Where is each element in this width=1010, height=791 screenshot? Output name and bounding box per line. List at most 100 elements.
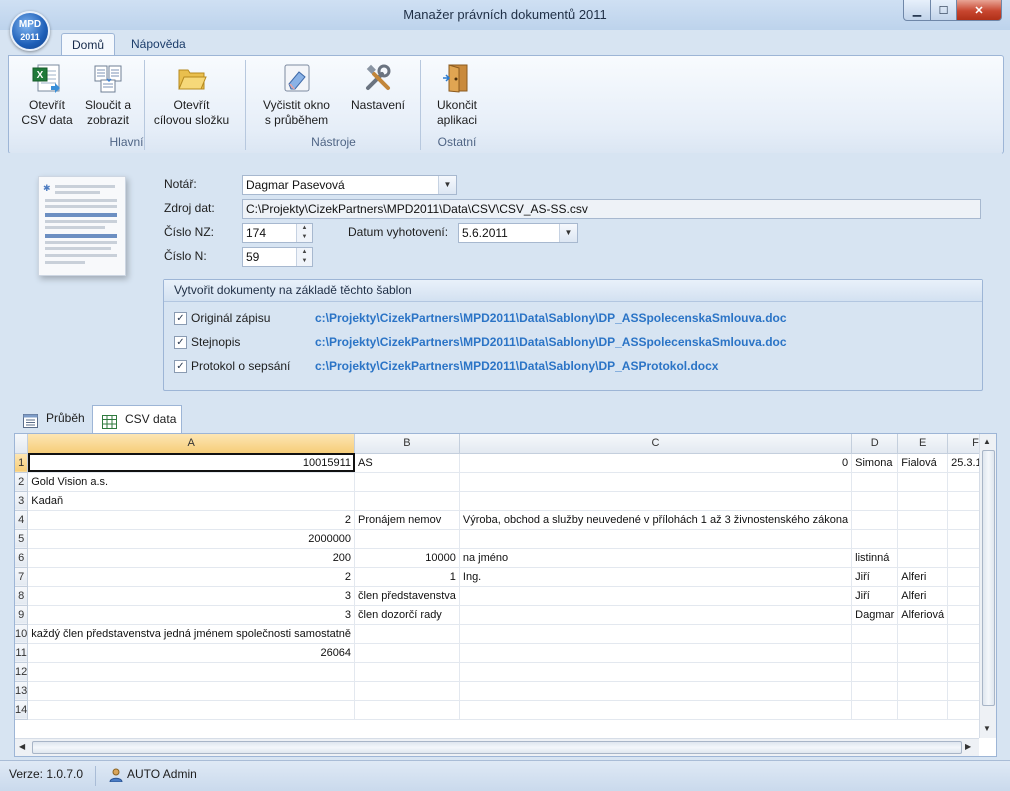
column-header[interactable]: E bbox=[897, 434, 949, 454]
maximize-button[interactable]: ☐ bbox=[931, 0, 957, 21]
grid-cell[interactable] bbox=[354, 491, 460, 511]
grid-cell[interactable] bbox=[459, 700, 853, 720]
grid-cell[interactable] bbox=[897, 472, 949, 492]
grid-cell[interactable] bbox=[459, 472, 853, 492]
grid-cell[interactable]: na jméno bbox=[459, 548, 853, 568]
grid-cell[interactable]: Alferi bbox=[897, 567, 949, 587]
grid-cell[interactable]: Dagmar bbox=[851, 605, 899, 625]
scroll-down-icon[interactable]: ▼ bbox=[983, 724, 991, 733]
grid-cell[interactable] bbox=[947, 491, 979, 511]
checkbox-checked-icon[interactable]: ✓ bbox=[174, 360, 187, 373]
grid-cell[interactable]: člen představenstva bbox=[354, 586, 460, 606]
horizontal-scroll-thumb[interactable] bbox=[32, 741, 962, 754]
grid-cell[interactable]: AS bbox=[354, 453, 460, 473]
grid-cell[interactable] bbox=[354, 700, 460, 720]
grid-cell[interactable]: Gold Vision a.s. bbox=[27, 472, 356, 492]
chevron-down-icon[interactable]: ▼ bbox=[438, 176, 456, 194]
grid-cell[interactable]: 26064 bbox=[27, 643, 356, 663]
row-header[interactable]: 6 bbox=[15, 548, 29, 568]
tab-csv-data[interactable]: CSV data bbox=[92, 405, 182, 433]
column-header[interactable]: B bbox=[354, 434, 460, 454]
grid-cell[interactable]: 2 bbox=[27, 567, 356, 587]
row-header[interactable]: 10 bbox=[15, 624, 29, 644]
grid-cell[interactable]: 10015911 bbox=[27, 453, 356, 473]
grid-cell[interactable]: 10000 bbox=[354, 548, 460, 568]
grid-cell[interactable] bbox=[354, 624, 460, 644]
grid-cell[interactable]: člen dozorčí rady bbox=[354, 605, 460, 625]
grid-cell[interactable] bbox=[851, 662, 899, 682]
grid-cell[interactable]: 25.3.1983 bbox=[947, 453, 979, 473]
grid-cell[interactable] bbox=[459, 681, 853, 701]
horizontal-scrollbar[interactable]: ◀ ▶ bbox=[15, 738, 979, 756]
row-header[interactable]: 11 bbox=[15, 643, 29, 663]
column-header[interactable]: C bbox=[459, 434, 853, 454]
row-header[interactable]: 1 bbox=[15, 453, 29, 473]
grid-cell[interactable] bbox=[354, 662, 460, 682]
grid-cell[interactable]: Alferi bbox=[897, 586, 949, 606]
grid-cell[interactable] bbox=[897, 700, 949, 720]
grid-cell[interactable]: Jiří bbox=[851, 586, 899, 606]
column-header[interactable]: F bbox=[947, 434, 979, 454]
grid-cell[interactable] bbox=[897, 510, 949, 530]
chevron-down-icon[interactable]: ▼ bbox=[559, 224, 577, 242]
grid-cell[interactable] bbox=[459, 643, 853, 663]
grid-cell[interactable]: Simona bbox=[851, 453, 899, 473]
grid-cell[interactable] bbox=[27, 700, 356, 720]
grid-cell[interactable] bbox=[851, 681, 899, 701]
row-header[interactable]: 3 bbox=[15, 491, 29, 511]
grid-cell[interactable] bbox=[851, 643, 899, 663]
source-field[interactable]: C:\Projekty\CizekPartners\MPD2011\Data\C… bbox=[242, 199, 981, 219]
exit-app-button[interactable]: Ukončit aplikaci bbox=[427, 62, 487, 128]
row-header[interactable]: 8 bbox=[15, 586, 29, 606]
grid-cell[interactable]: 0 bbox=[459, 453, 853, 473]
vertical-scrollbar[interactable]: ▲ ▼ bbox=[979, 434, 996, 738]
spin-arrows-icon[interactable]: ▲ ▼ bbox=[296, 248, 312, 266]
grid-corner-header[interactable] bbox=[15, 434, 29, 454]
grid-cell[interactable] bbox=[459, 529, 853, 549]
grid-cell[interactable]: 2 bbox=[27, 510, 356, 530]
grid-cell[interactable] bbox=[459, 586, 853, 606]
grid-cell[interactable] bbox=[947, 605, 979, 625]
csv-data-grid[interactable]: ABCDEFGHIJK 110015911AS0SimonaFialová25.… bbox=[14, 433, 997, 757]
column-header[interactable]: A bbox=[27, 434, 356, 454]
scroll-right-icon[interactable]: ▶ bbox=[965, 742, 971, 751]
grid-cell[interactable]: 3 bbox=[27, 586, 356, 606]
tab-domu[interactable]: Domů bbox=[61, 33, 116, 57]
grid-cell[interactable] bbox=[947, 586, 979, 606]
column-header[interactable]: D bbox=[851, 434, 899, 454]
grid-cell[interactable] bbox=[947, 662, 979, 682]
grid-cell[interactable]: Alferiová bbox=[897, 605, 949, 625]
grid-cell[interactable] bbox=[459, 662, 853, 682]
grid-cell[interactable]: Ing. bbox=[459, 567, 853, 587]
open-csv-button[interactable]: X Otevřít CSV data bbox=[18, 62, 76, 128]
vertical-scroll-thumb[interactable] bbox=[982, 450, 995, 706]
grid-cell[interactable] bbox=[897, 491, 949, 511]
minimize-button[interactable]: ▁ bbox=[903, 0, 931, 21]
grid-cell[interactable] bbox=[459, 605, 853, 625]
row-header[interactable]: 12 bbox=[15, 662, 29, 682]
settings-button[interactable]: Nastavení bbox=[346, 62, 410, 113]
grid-cell[interactable] bbox=[897, 548, 949, 568]
grid-cell[interactable] bbox=[947, 643, 979, 663]
close-button[interactable]: ✕ bbox=[957, 0, 1002, 21]
template-path-link[interactable]: c:\Projekty\CizekPartners\MPD2011\Data\S… bbox=[315, 311, 787, 325]
clear-progress-button[interactable]: Vyčistit okno s průběhem bbox=[254, 62, 339, 128]
merge-show-button[interactable]: Sloučit a zobrazit bbox=[80, 62, 136, 128]
row-header[interactable]: 4 bbox=[15, 510, 29, 530]
row-header[interactable]: 13 bbox=[15, 681, 29, 701]
template-path-link[interactable]: c:\Projekty\CizekPartners\MPD2011\Data\S… bbox=[315, 335, 787, 349]
scroll-up-icon[interactable]: ▲ bbox=[983, 437, 991, 446]
open-target-folder-button[interactable]: Otevřít cílovou složku bbox=[149, 62, 234, 128]
grid-cell[interactable] bbox=[947, 681, 979, 701]
app-menu-button[interactable]: MPD 2011 bbox=[10, 11, 50, 51]
grid-cell[interactable]: 3 bbox=[27, 605, 356, 625]
grid-cell[interactable] bbox=[851, 529, 899, 549]
grid-cell[interactable]: 1 bbox=[354, 567, 460, 587]
row-header[interactable]: 14 bbox=[15, 700, 29, 720]
row-header[interactable]: 7 bbox=[15, 567, 29, 587]
grid-cell[interactable] bbox=[947, 624, 979, 644]
grid-cell[interactable] bbox=[851, 472, 899, 492]
n-stepper[interactable]: 59 ▲ ▼ bbox=[242, 247, 313, 267]
grid-cell[interactable] bbox=[354, 472, 460, 492]
checkbox-checked-icon[interactable]: ✓ bbox=[174, 336, 187, 349]
